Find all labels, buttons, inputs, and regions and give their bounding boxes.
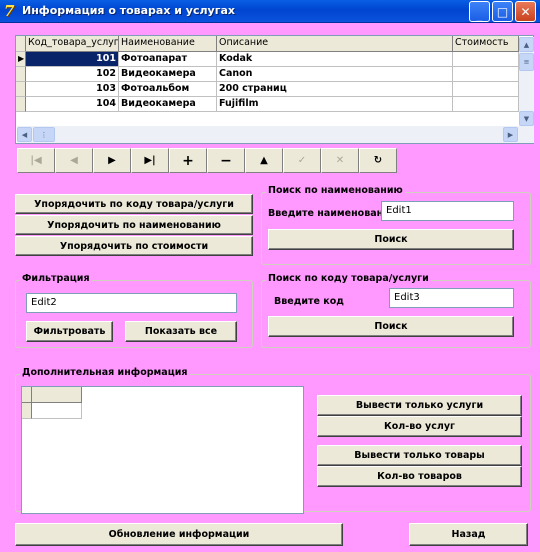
code-search-input[interactable]: Edit3: [389, 288, 514, 308]
back-button[interactable]: Назад: [409, 523, 528, 546]
table-cell-description[interactable]: Canon: [217, 67, 453, 82]
edit-record-icon[interactable]: ▲: [245, 148, 283, 173]
table-cell-price[interactable]: [453, 82, 519, 97]
search-by-code-label: Поиск по коду товара/услуги: [266, 273, 431, 284]
filter-button[interactable]: Фильтровать: [26, 321, 113, 342]
window-title: Информация о товарах и услугах: [22, 4, 235, 17]
scroll-left-icon[interactable]: ◀: [17, 127, 32, 142]
table-cell-description[interactable]: Kodak: [217, 52, 453, 67]
row-indicator: [22, 403, 32, 419]
table-cell-name[interactable]: Видеокамера: [119, 97, 217, 112]
goods-count-button[interactable]: Кол-во товаров: [317, 466, 522, 487]
show-services-only-button[interactable]: Вывести только услуги: [317, 395, 522, 416]
grid-corner: [22, 387, 32, 403]
scroll-thumb[interactable]: ⋮: [33, 127, 55, 142]
table-cell-name[interactable]: Фотоапарат: [119, 52, 217, 67]
table-cell-price[interactable]: [453, 67, 519, 82]
sort-by-price-button[interactable]: Упорядочить по стоимости: [15, 236, 253, 256]
sort-by-name-button[interactable]: Упорядочить по наименованию: [15, 215, 253, 235]
column-header-code[interactable]: Код_товара_услуги: [26, 36, 119, 52]
table-cell-description[interactable]: Fujifilm: [217, 97, 453, 112]
search-by-name-button[interactable]: Поиск: [268, 229, 514, 250]
table-cell-code[interactable]: 101: [26, 52, 119, 67]
name-input-label: Введите наименование: [268, 208, 397, 219]
services-count-button[interactable]: Кол-во услуг: [317, 416, 522, 437]
search-by-name-label: Поиск по наименованию: [266, 185, 405, 196]
sort-by-code-button[interactable]: Упорядочить по коду товара/услуги: [15, 194, 253, 214]
scroll-up-icon[interactable]: ▲: [519, 37, 534, 52]
grid-corner: [16, 36, 26, 52]
scroll-down-icon[interactable]: ▼: [519, 111, 534, 126]
app-icon: 7: [4, 2, 15, 20]
column-header-price[interactable]: Стоимость: [453, 36, 519, 52]
first-record-icon[interactable]: |◀: [17, 148, 55, 173]
close-button[interactable]: ✕: [515, 1, 536, 22]
name-search-input[interactable]: Edit1: [381, 201, 514, 221]
prior-record-icon[interactable]: ◀: [55, 148, 93, 173]
maximize-button[interactable]: □: [492, 1, 513, 22]
column-header-description[interactable]: Описание: [217, 36, 453, 52]
grid-vertical-scrollbar[interactable]: ▲ ≡ ▼: [519, 37, 534, 126]
column-header: [32, 387, 82, 403]
close-icon: ✕: [520, 4, 531, 19]
goods-grid[interactable]: Код_товара_услуги Наименование Описание …: [15, 35, 534, 144]
maximize-icon: □: [496, 4, 509, 19]
table-cell-code[interactable]: 103: [26, 82, 119, 97]
additional-info-label: Дополнительная информация: [20, 367, 190, 378]
filter-label: Фильтрация: [20, 273, 92, 284]
delete-record-icon[interactable]: −: [207, 148, 245, 173]
title-bar[interactable]: 7 Информация о товарах и услугах _ □ ✕: [0, 0, 540, 23]
refresh-info-button[interactable]: Обновление информации: [15, 523, 343, 546]
next-record-icon[interactable]: ▶: [93, 148, 131, 173]
show-all-button[interactable]: Показать все: [125, 321, 237, 342]
table-cell-price[interactable]: [453, 52, 519, 67]
minimize-button[interactable]: _: [469, 1, 490, 22]
row-indicator: [16, 97, 26, 112]
code-input-label: Введите код: [274, 296, 344, 307]
show-goods-only-button[interactable]: Вывести только товары: [317, 445, 522, 466]
scroll-thumb[interactable]: ≡: [519, 53, 534, 71]
table-cell[interactable]: [32, 403, 82, 419]
row-indicator-icon: ▶: [16, 52, 26, 67]
row-indicator: [16, 82, 26, 97]
grid-horizontal-scrollbar[interactable]: ◀ ⋮ ▶: [17, 126, 534, 143]
column-header-name[interactable]: Наименование: [119, 36, 217, 52]
last-record-icon[interactable]: ▶|: [131, 148, 169, 173]
additional-info-grid[interactable]: [21, 386, 304, 514]
table-cell-code[interactable]: 102: [26, 67, 119, 82]
table-cell-name[interactable]: Фотоальбом: [119, 82, 217, 97]
cancel-edit-icon[interactable]: ✕: [321, 148, 359, 173]
search-by-code-button[interactable]: Поиск: [268, 316, 514, 337]
table-cell-description[interactable]: 200 страниц: [217, 82, 453, 97]
refresh-data-icon[interactable]: ↻: [359, 148, 397, 173]
scroll-right-icon[interactable]: ▶: [503, 127, 518, 142]
post-edit-icon[interactable]: ✓: [283, 148, 321, 173]
filter-input[interactable]: Edit2: [26, 293, 237, 313]
row-indicator: [16, 67, 26, 82]
table-cell-code[interactable]: 104: [26, 97, 119, 112]
minimize-icon: _: [476, 7, 483, 22]
insert-record-icon[interactable]: +: [169, 148, 207, 173]
table-cell-name[interactable]: Видеокамера: [119, 67, 217, 82]
table-cell-price[interactable]: [453, 97, 519, 112]
